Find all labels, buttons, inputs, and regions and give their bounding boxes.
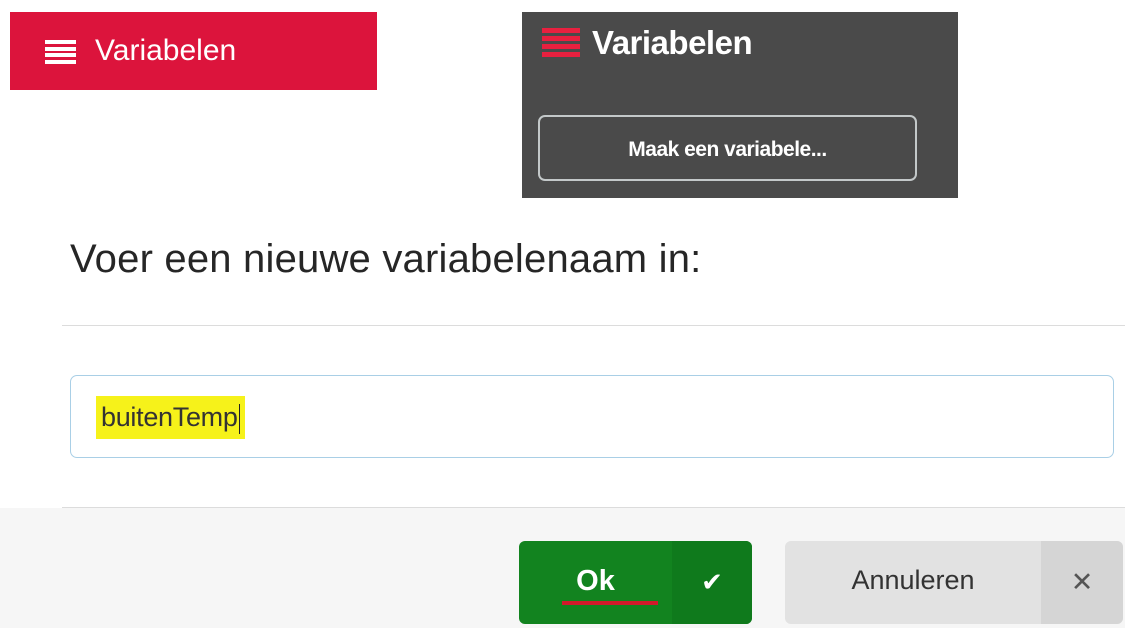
checkmark-icon: ✔ [672, 541, 752, 624]
divider [62, 325, 1125, 326]
create-variable-button[interactable]: Maak een variabele... [538, 115, 917, 181]
close-icon: ✕ [1041, 541, 1123, 624]
variabelen-category-button[interactable]: Variabelen [10, 12, 377, 90]
variable-name-input[interactable]: buitenTemp [70, 375, 1114, 458]
cancel-button[interactable]: Annuleren ✕ [785, 541, 1123, 624]
variables-flyout: Variabelen Maak een variabele... [522, 12, 958, 198]
annotation-underline [562, 601, 658, 605]
divider [62, 507, 1125, 508]
text-caret [238, 403, 241, 434]
category-label: Variabelen [95, 34, 237, 67]
hamburger-icon [542, 28, 580, 58]
ok-button[interactable]: Ok ✔ [519, 541, 752, 624]
ok-label: Ok [576, 565, 615, 597]
dialog-title: Voer een nieuwe variabelenaam in: [70, 237, 702, 281]
input-value-highlight: buitenTemp [96, 396, 246, 439]
cancel-label: Annuleren [851, 565, 975, 595]
ok-label-wrap: Ok [519, 541, 672, 624]
input-value: buitenTemp [101, 402, 238, 432]
hamburger-icon [45, 40, 76, 64]
flyout-title: Variabelen [592, 24, 753, 61]
